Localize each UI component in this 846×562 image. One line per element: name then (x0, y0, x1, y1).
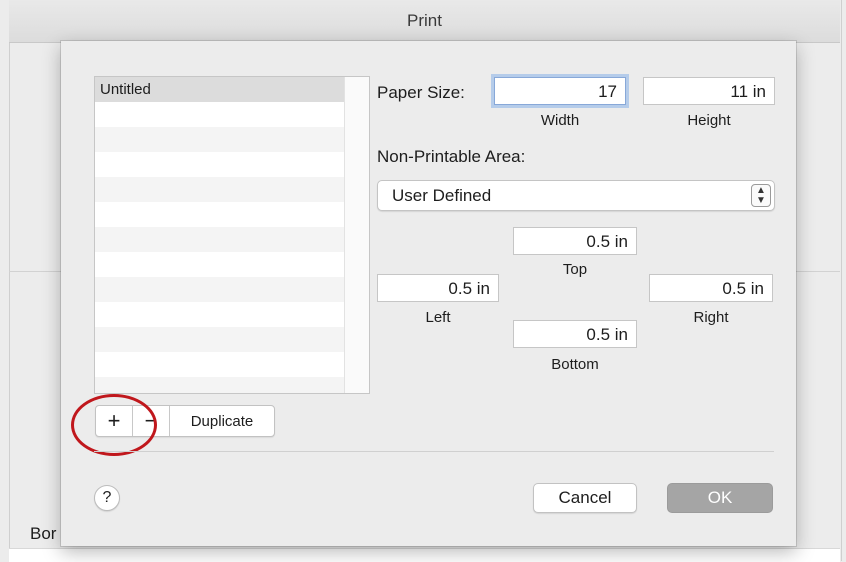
list-item-untitled[interactable]: Untitled (95, 77, 346, 102)
bottom-caption: Bottom (551, 356, 599, 373)
selected-option: User Defined (392, 186, 492, 205)
window-title-bar: Print (9, 0, 840, 43)
help-button[interactable]: ? (94, 485, 120, 511)
empty-list-row (95, 352, 346, 377)
empty-list-row (95, 277, 346, 302)
paper-height-field[interactable]: 11 in (643, 77, 775, 105)
empty-list-row (95, 152, 346, 177)
top-caption: Top (562, 261, 588, 278)
paper-size-label: Paper Size: (377, 83, 465, 102)
footer-divider (94, 451, 774, 452)
list-scrollbar[interactable] (344, 77, 369, 393)
window-title: Print (407, 11, 442, 30)
chevron-updown-icon: ▲ ▼ (751, 184, 771, 207)
non-printable-area-select[interactable]: User Defined ▲ ▼ (377, 180, 775, 211)
empty-list-row (95, 177, 346, 202)
non-printable-area-label: Non-Printable Area: (377, 147, 526, 166)
empty-list-row (95, 102, 346, 127)
paper-width-field[interactable]: 17 (494, 77, 626, 105)
empty-list-row (95, 127, 346, 152)
paper-size-list[interactable]: Untitled (94, 76, 370, 394)
left-caption: Left (425, 309, 451, 326)
top-margin-field[interactable]: 0.5 in (513, 227, 637, 255)
cancel-button[interactable]: Cancel (533, 483, 637, 513)
left-margin-field[interactable]: 0.5 in (377, 274, 499, 302)
background-partial-text: Bor (30, 524, 57, 543)
empty-list-row (95, 252, 346, 277)
empty-list-row (95, 227, 346, 252)
custom-paper-sizes-sheet: Untitled + − Duplicate Paper Size: 17 Wi… (61, 41, 796, 546)
height-caption: Height (687, 112, 731, 129)
right-margin-field[interactable]: 0.5 in (649, 274, 773, 302)
empty-list-row (95, 377, 346, 393)
right-caption: Right (693, 309, 729, 326)
duplicate-button[interactable]: Duplicate (170, 406, 274, 436)
width-caption: Width (540, 112, 580, 129)
empty-list-row (95, 302, 346, 327)
empty-list-row (95, 202, 346, 227)
highlight-circle (71, 394, 157, 456)
bottom-margin-field[interactable]: 0.5 in (513, 320, 637, 348)
ok-button[interactable]: OK (667, 483, 773, 513)
background-bottom-area (9, 548, 840, 562)
empty-list-row (95, 327, 346, 352)
